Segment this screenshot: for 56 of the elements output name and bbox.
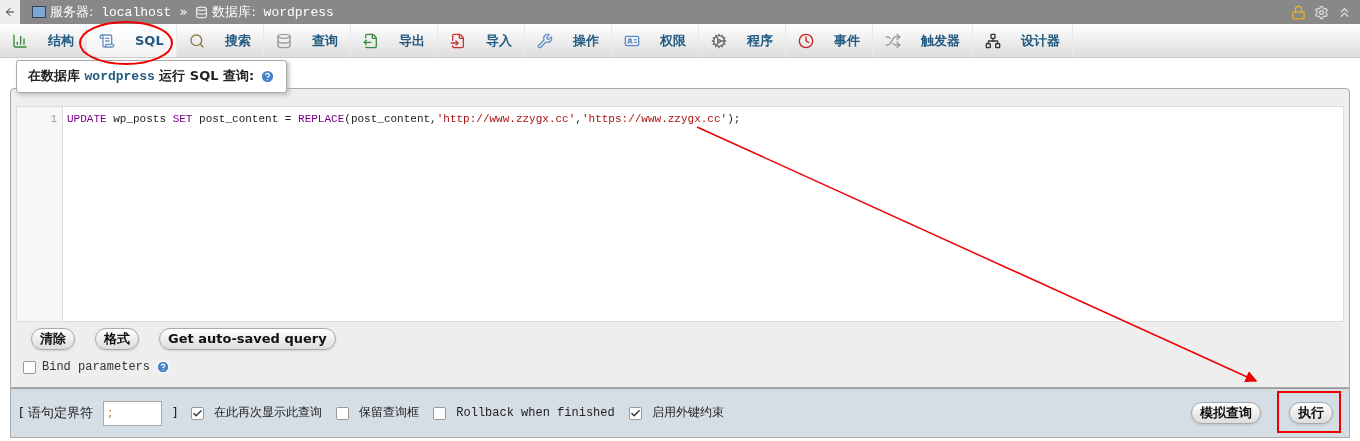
tab[interactable]: 操作 (524, 24, 612, 57)
database-icon (275, 32, 292, 49)
editor-button[interactable]: Get auto-saved query (159, 328, 336, 350)
option-checkbox[interactable] (336, 406, 350, 420)
simulate-query-button[interactable]: 模拟查询 (1191, 402, 1261, 424)
wrench-icon (536, 32, 553, 49)
scroll-icon (99, 32, 115, 49)
shuffle-icon (884, 32, 901, 49)
help-icon[interactable] (260, 68, 276, 84)
settings-icon[interactable] (1314, 4, 1329, 20)
tab[interactable]: 导出 (350, 24, 438, 57)
help-icon[interactable] (156, 360, 171, 374)
tab[interactable]: SQL (87, 24, 177, 57)
tab[interactable]: 权限 (611, 24, 699, 57)
tab[interactable]: 触发器 (872, 24, 973, 57)
lock-icon[interactable] (1291, 4, 1306, 20)
option-checkbox[interactable] (433, 406, 447, 420)
bind-parameters-checkbox[interactable] (23, 360, 36, 374)
chart-icon (12, 32, 28, 49)
server-icon (32, 6, 46, 18)
cogs-icon (710, 32, 727, 49)
breadcrumb-link[interactable]: 服务器: localhost (50, 1, 172, 23)
clock-icon (797, 32, 814, 49)
tab[interactable]: 搜索 (176, 24, 264, 57)
tab[interactable]: 导入 (437, 24, 525, 57)
tab[interactable]: 程序 (698, 24, 786, 57)
search-icon (188, 32, 205, 49)
delimiter-label: ] (172, 404, 178, 423)
editor-button[interactable]: 格式 (95, 328, 139, 350)
option-label: 在此再次显示此查询 (214, 405, 323, 422)
sql-editor[interactable]: 1 UPDATE wp_posts SET post_content = REPLACE(post_content,'http://www.zzygx.cc','https://www.zzygx.cc'); (16, 106, 1344, 322)
legend-text: 在数据库 wordpress 运行 SQL 查询: (28, 67, 255, 86)
checkbox-label: Bind parameters (42, 359, 151, 376)
option-label: 保留查询框 (359, 405, 420, 422)
option-checkbox[interactable] (191, 406, 205, 420)
export-icon (362, 32, 379, 49)
go-button[interactable]: 执行 (1289, 402, 1333, 424)
tab[interactable]: 事件 (785, 24, 873, 57)
back-button[interactable] (0, 0, 20, 24)
delimiter-field[interactable]: ; (103, 400, 163, 426)
database-icon (195, 5, 209, 19)
editor-button[interactable]: 清除 (31, 328, 75, 350)
line-number: 1 (49, 112, 57, 127)
option-label: 启用外键约束 (651, 405, 724, 422)
option-checkbox[interactable] (628, 406, 642, 420)
delimiter-label: [ 语句定界符 (19, 404, 94, 423)
code-line: UPDATE wp_posts SET post_content = REPLACE(post_content,'http://www.zzygx.cc','https://www.zzygx.cc'); (66, 112, 741, 127)
back-arrow-icon (4, 6, 16, 18)
breadcrumb-separator: » (179, 3, 188, 22)
tab[interactable]: 查询 (263, 24, 351, 57)
breadcrumb-link[interactable]: 数据库: wordpress (212, 1, 334, 23)
network-icon (984, 32, 1001, 49)
option-label: Rollback when finished (456, 405, 615, 422)
tab[interactable]: 设计器 (972, 24, 1073, 57)
import-icon (449, 32, 466, 49)
highlight-rectangle (1277, 391, 1341, 433)
